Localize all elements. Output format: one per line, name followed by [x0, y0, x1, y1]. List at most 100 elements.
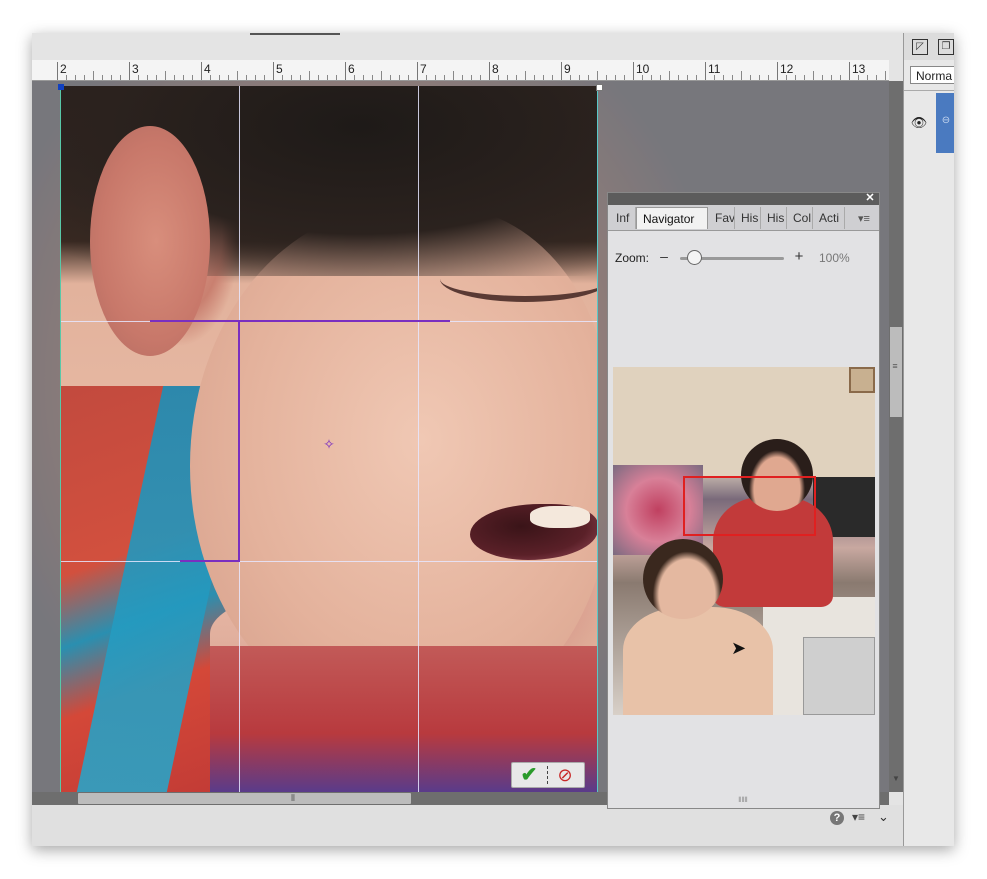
crop-commit-bar: ✔ ⊘: [511, 762, 585, 788]
ruler-major-tick: [129, 62, 130, 80]
ruler-minor-tick: [624, 75, 625, 80]
layers-panel: ◸ ❐ Norma 👁 ⊖: [903, 33, 954, 846]
crop-edge-left: [60, 86, 61, 792]
ruler-minor-tick: [768, 75, 769, 80]
ruler-label: 4: [204, 62, 211, 76]
help-icon[interactable]: ?: [830, 811, 844, 825]
thumb-person-body: [623, 607, 773, 715]
link-icon[interactable]: ⊖: [940, 115, 952, 129]
ruler-minor-tick: [885, 71, 886, 80]
photo-eyelid: [440, 256, 598, 302]
horizontal-scroll-thumb[interactable]: ⦀: [78, 793, 411, 804]
crop-edge-right: [597, 86, 598, 792]
ruler-minor-tick: [795, 75, 796, 80]
crop-handle-top-right[interactable]: [596, 84, 603, 91]
crop-grid-hline-accent: [180, 560, 240, 562]
new-layer-icon[interactable]: ◸: [912, 39, 928, 55]
ruler-label: 11: [708, 62, 721, 76]
scroll-down-arrow-icon[interactable]: ▼: [889, 774, 903, 788]
tab-favorites[interactable]: Fav: [709, 207, 735, 229]
navigator-panel: ✕ Inf Navigator Fav His His Col Acti ▾≡ …: [607, 192, 880, 809]
ruler-minor-tick: [372, 75, 373, 80]
ruler-minor-tick: [399, 75, 400, 80]
ruler-minor-tick: [876, 75, 877, 80]
ruler-major-tick: [273, 62, 274, 80]
ruler-minor-tick: [102, 75, 103, 80]
tab-actions[interactable]: Acti: [813, 207, 845, 229]
ruler-major-tick: [489, 62, 490, 80]
ruler-minor-tick: [84, 75, 85, 80]
ruler-label: 6: [348, 62, 355, 76]
crop-grid-vline-accent: [238, 321, 240, 561]
ruler-label: 13: [852, 62, 866, 76]
ruler-minor-tick: [219, 75, 220, 80]
tab-histogram[interactable]: His: [761, 207, 787, 229]
tab-info[interactable]: Inf: [610, 207, 636, 229]
ruler-minor-tick: [651, 75, 652, 80]
zoom-in-icon[interactable]: +: [792, 248, 806, 265]
ruler-major-tick: [633, 62, 634, 80]
ruler-minor-tick: [570, 75, 571, 80]
ruler-minor-tick: [282, 75, 283, 80]
ruler-minor-tick: [606, 75, 607, 80]
ruler-label: 12: [780, 62, 794, 76]
chevron-down-icon[interactable]: ⌄: [878, 809, 892, 825]
ruler-minor-tick: [696, 75, 697, 80]
ruler-minor-tick: [318, 75, 319, 80]
resize-grip-icon[interactable]: ⦀⦀⦀: [730, 797, 756, 804]
zoom-label: Zoom:: [615, 251, 650, 265]
thumb-keyboard: [803, 637, 875, 715]
panel-menu-icon[interactable]: ▾≡: [858, 212, 878, 226]
ruler-major-tick: [705, 62, 706, 80]
ruler-label: 3: [132, 62, 139, 76]
horizontal-ruler[interactable]: 2 3 4 5 6 7 8 9 10 11 12 13: [32, 60, 889, 81]
zoom-slider-thumb[interactable]: [687, 250, 702, 265]
ruler-minor-tick: [138, 75, 139, 80]
ruler-minor-tick: [867, 75, 868, 80]
navigator-view-rectangle[interactable]: [683, 476, 816, 536]
vertical-scrollbar[interactable]: ≡ ▼: [889, 81, 903, 792]
ruler-major-tick: [201, 62, 202, 80]
panel-divider: [904, 90, 954, 91]
ruler-minor-tick: [237, 71, 238, 80]
tab-color[interactable]: Col: [787, 207, 813, 229]
ruler-minor-tick: [597, 71, 598, 80]
crop-center-icon: ✧: [323, 436, 335, 452]
ruler-major-tick: [345, 62, 346, 80]
ruler-minor-tick: [687, 75, 688, 80]
zoom-out-icon[interactable]: –: [658, 248, 670, 264]
ruler-minor-tick: [471, 75, 472, 80]
panel-menu-icon[interactable]: ▾≡: [852, 810, 872, 826]
ruler-minor-tick: [192, 75, 193, 80]
ruler-minor-tick: [111, 75, 112, 80]
ruler-minor-tick: [327, 75, 328, 80]
ruler-minor-tick: [408, 75, 409, 80]
ruler-minor-tick: [444, 75, 445, 80]
ruler-minor-tick: [309, 71, 310, 80]
panel-titlebar[interactable]: ✕: [608, 192, 879, 205]
ruler-minor-tick: [804, 75, 805, 80]
ruler-minor-tick: [579, 75, 580, 80]
ruler-major-tick: [57, 62, 58, 80]
navigator-thumbnail[interactable]: ➤: [613, 367, 875, 715]
cancel-circle-icon[interactable]: ⊘: [552, 765, 578, 785]
ruler-minor-tick: [660, 75, 661, 80]
ruler-minor-tick: [840, 75, 841, 80]
ruler-minor-tick: [822, 75, 823, 80]
blend-mode-select[interactable]: Norma: [910, 66, 954, 84]
checkmark-icon[interactable]: ✔: [516, 765, 542, 785]
ruler-minor-tick: [120, 75, 121, 80]
duplicate-layer-icon[interactable]: ❐: [938, 39, 954, 55]
ruler-label: 10: [636, 62, 650, 76]
visibility-eye-icon[interactable]: 👁: [910, 115, 928, 130]
tab-navigator[interactable]: Navigator: [636, 207, 708, 229]
ruler-minor-tick: [228, 75, 229, 80]
crop-handle-top-left[interactable]: [58, 84, 64, 90]
ruler-minor-tick: [174, 75, 175, 80]
ruler-minor-tick: [813, 71, 814, 80]
ruler-label: 7: [420, 62, 427, 76]
thumb-picture-frame: [849, 367, 875, 393]
ruler-minor-tick: [615, 75, 616, 80]
tab-history[interactable]: His: [735, 207, 761, 229]
close-icon[interactable]: ✕: [864, 192, 876, 204]
